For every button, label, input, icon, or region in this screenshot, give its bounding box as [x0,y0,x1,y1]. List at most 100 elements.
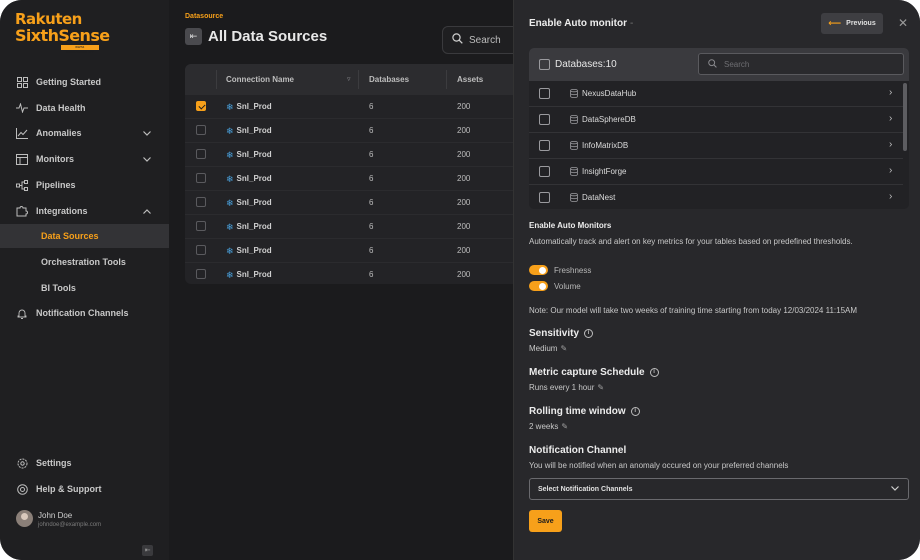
database-checkbox[interactable] [539,114,550,125]
notification-channel-select[interactable]: Select Notification Channels [529,478,909,500]
app-window: Rakuten SixthSense DATA OBSERVABILITY Ge… [0,0,920,560]
sidebar-item-bi-tools[interactable]: BI Tools [0,276,169,300]
connection-name-cell[interactable]: ❄ Snl_Prod [226,174,272,183]
edit-icon[interactable]: ✎ [561,422,568,431]
chevron-right-icon[interactable]: › [889,87,892,98]
auto-monitors-title: Enable Auto Monitors [529,221,612,230]
sensitivity-value[interactable]: Medium ✎ [529,344,567,353]
schedule-title: Metric capture Schedule i [529,367,659,378]
edit-icon[interactable]: ✎ [560,344,567,353]
connection-name-cell[interactable]: ❄ Snl_Prod [226,270,272,279]
back-arrow-icon: ⇤ [189,31,198,41]
chevron-right-icon[interactable]: › [889,191,892,202]
snowflake-icon: ❄ [226,245,234,256]
chevron-right-icon[interactable]: › [889,113,892,124]
previous-button[interactable]: ⟵ Previous [821,13,883,34]
snowflake-icon: ❄ [226,101,234,112]
sidebar-item-settings[interactable]: Settings [0,451,169,475]
database-row[interactable]: InfoMatrixDB › [529,133,903,159]
database-checkbox[interactable] [539,192,550,203]
breadcrumb[interactable]: Datasource [185,13,223,20]
column-assets[interactable]: Assets [457,75,483,84]
table-row[interactable]: ❄ Snl_Prod 6 200 [185,191,525,215]
scrollbar[interactable] [903,83,907,151]
sidebar-item-pipelines[interactable]: Pipelines [0,173,169,197]
schedule-value[interactable]: Runs every 1 hour ✎ [529,383,604,392]
row-checkbox[interactable] [196,149,206,159]
chevron-right-icon[interactable]: › [889,165,892,176]
row-checkbox[interactable] [196,269,206,279]
main-content: Datasource ⇤ All Data Sources Search Con… [169,0,525,560]
connection-name-cell[interactable]: ❄ Snl_Prod [226,102,272,111]
rolling-window-value[interactable]: 2 weeks ✎ [529,422,568,431]
volume-label: Volume [554,282,581,291]
arrow-left-icon: ⟵ [828,18,842,28]
row-checkbox[interactable] [196,173,206,183]
sidebar-item-data-sources[interactable]: Data Sources [0,224,169,248]
sidebar-item-help-support[interactable]: Help & Support [0,477,169,501]
database-row[interactable]: DataSphereDB › [529,107,903,133]
filter-icon[interactable]: ▿ [347,75,351,83]
row-checkbox[interactable] [196,221,206,231]
chevron-down-icon [143,128,151,138]
collapse-sidebar-button[interactable]: ⇤ [142,545,153,556]
database-row[interactable]: NexusDataHub › [529,81,903,107]
user-profile[interactable]: John Doe johndoe@example.com [16,510,101,528]
column-connection-name[interactable]: Connection Name [226,75,294,84]
row-checkbox[interactable] [196,245,206,255]
back-button[interactable]: ⇤ [185,28,202,45]
table-row[interactable]: ❄ Snl_Prod 6 200 [185,263,525,284]
help-icon [16,483,28,495]
monitor-icon [16,153,28,165]
info-icon[interactable]: i [649,367,659,377]
brand-logo: Rakuten SixthSense DATA OBSERVABILITY [15,10,110,54]
freshness-toggle[interactable] [529,265,548,275]
database-row[interactable]: InsightForge › [529,159,903,185]
sidebar-item-getting-started[interactable]: Getting Started [0,70,169,94]
row-checkbox[interactable] [196,125,206,135]
sidebar-item-monitors[interactable]: Monitors [0,147,169,171]
grid-icon [16,76,28,88]
databases-cell: 6 [369,270,374,279]
table-row[interactable]: ❄ Snl_Prod 6 200 [185,95,525,119]
column-databases[interactable]: Databases [369,75,409,84]
row-checkbox[interactable] [196,197,206,207]
connection-name-cell[interactable]: ❄ Snl_Prod [226,150,272,159]
save-button[interactable]: Save [529,510,562,532]
table-row[interactable]: ❄ Snl_Prod 6 200 [185,239,525,263]
connection-name-cell[interactable]: ❄ Snl_Prod [226,126,272,135]
sidebar-item-notification-channels[interactable]: Notification Channels [0,301,169,325]
database-checkbox[interactable] [539,166,550,177]
sidebar-item-integrations[interactable]: Integrations [0,199,169,223]
snowflake-icon: ❄ [226,149,234,160]
table-row[interactable]: ❄ Snl_Prod 6 200 [185,215,525,239]
database-checkbox[interactable] [539,140,550,151]
sidebar-item-data-health[interactable]: Data Health [0,96,169,120]
row-checkbox[interactable] [196,101,206,111]
close-icon[interactable]: ✕ [898,16,908,30]
training-note: Note: Our model will take two weeks of t… [529,306,858,315]
info-icon[interactable]: i [584,328,594,338]
table-row[interactable]: ❄ Snl_Prod 6 200 [185,167,525,191]
sidebar-item-anomalies[interactable]: Anomalies [0,121,169,145]
database-search-input[interactable]: Search [698,53,904,75]
database-row[interactable]: DataNest › [529,185,903,209]
connection-name-cell[interactable]: ❄ Snl_Prod [226,246,272,255]
connection-name-cell[interactable]: ❄ Snl_Prod [226,198,272,207]
chevron-right-icon[interactable]: › [889,139,892,150]
info-icon[interactable]: i [630,406,640,416]
database-name: InsightForge [582,167,627,176]
databases-cell: 6 [369,222,374,231]
table-row[interactable]: ❄ Snl_Prod 6 200 [185,143,525,167]
assets-cell: 200 [457,126,471,135]
edit-icon[interactable]: ✎ [597,383,604,392]
select-all-checkbox[interactable] [539,59,550,70]
auto-monitor-drawer: Enable Auto monitor - ⟵ Previous ✕ Databa… [513,0,920,560]
table-row[interactable]: ❄ Snl_Prod 6 200 [185,119,525,143]
search-input[interactable]: Search [442,26,522,54]
database-checkbox[interactable] [539,88,550,99]
volume-toggle[interactable] [529,281,548,291]
connection-name-cell[interactable]: ❄ Snl_Prod [226,222,272,231]
sidebar-item-orchestration-tools[interactable]: Orchestration Tools [0,250,169,274]
database-name: DataNest [582,193,616,202]
